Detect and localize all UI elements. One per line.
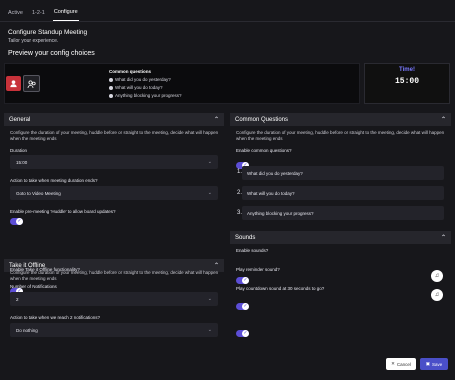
question-text: Anything blocking your progress?	[247, 210, 314, 216]
enable-sounds-label: Enable sounds?	[236, 248, 269, 253]
general-description: Configure the duration of your meeting, …	[10, 130, 219, 141]
avatar-icon	[10, 80, 17, 88]
chevron-down-icon: ⌄	[207, 327, 212, 333]
tab-configure[interactable]: Configure	[52, 9, 79, 21]
preview-title: Preview your config choices	[8, 50, 95, 57]
bullet-icon	[109, 78, 113, 82]
huddle-toggle[interactable]	[10, 218, 23, 225]
duration-value: 15:00	[16, 159, 28, 165]
countdown-sound-toggle[interactable]	[236, 330, 249, 337]
question-input[interactable]: What did you do yesterday?	[242, 166, 444, 180]
notifications-label: Number of Notifications	[10, 284, 57, 289]
sounds-title: Sounds	[235, 234, 256, 241]
speaker-icon: ♫	[434, 273, 440, 279]
tab-active[interactable]: Active	[7, 10, 24, 21]
bullet-icon	[109, 86, 113, 90]
enable-offline-label: Enable Take it Offline functionality?	[10, 267, 80, 272]
notifications-value: 2	[16, 296, 19, 302]
question-input[interactable]: What will you do today?	[242, 186, 444, 200]
preview-thumbnail-red	[6, 76, 21, 91]
chevron-down-icon: ⌄	[207, 159, 212, 165]
notification-action-label: Action to take when we reach 2 notificat…	[10, 315, 101, 320]
cancel-button[interactable]: ✕ Cancel	[386, 358, 416, 370]
chevron-down-icon: ⌄	[207, 296, 212, 302]
enable-common-questions-label: Enable common questions?	[236, 148, 292, 153]
question-text: What will you do today?	[247, 190, 295, 196]
chevron-down-icon: ⌄	[207, 190, 212, 196]
close-icon: ✕	[391, 361, 395, 366]
timer-label: Time!	[399, 67, 415, 73]
common-questions-description: Configure the duration of your meeting, …	[236, 130, 445, 141]
common-questions-section-header[interactable]: Common Questions ⌃	[230, 113, 451, 126]
question-text: What did you do yesterday?	[247, 170, 303, 176]
page-title: Configure Standup Meeting	[8, 29, 88, 36]
speaker-icon: ♫	[434, 292, 440, 298]
general-section-header[interactable]: General ⌃	[4, 113, 224, 126]
cancel-label: Cancel	[396, 361, 411, 367]
chevron-up-icon[interactable]: ⌃	[214, 262, 219, 269]
play-countdown-button[interactable]: ♫	[431, 289, 443, 301]
reminder-sound-toggle[interactable]	[236, 303, 249, 310]
sounds-section-header[interactable]: Sounds ⌃	[230, 231, 451, 244]
question-input[interactable]: Anything blocking your progress?	[242, 206, 444, 220]
huddle-label: Enable pre-meeting 'Huddle' to allow boa…	[10, 209, 116, 214]
save-button[interactable]: ▣ Save	[420, 358, 448, 370]
general-title: General	[9, 116, 31, 123]
common-questions-title: Common Questions	[235, 116, 289, 123]
page-subtitle: Tailor your experience.	[8, 38, 59, 44]
play-sound-button[interactable]: ♫	[431, 270, 443, 282]
preview-panel	[4, 63, 360, 104]
sounds-toggle[interactable]	[236, 277, 249, 284]
preview-question: Anything blocking your progress?	[115, 93, 182, 98]
chevron-up-icon[interactable]: ⌃	[441, 234, 446, 241]
duration-label: Duration	[10, 148, 28, 153]
notifications-select[interactable]: 2 ⌄	[10, 292, 218, 306]
bullet-icon	[109, 94, 113, 98]
countdown-sound-label: Play countdown sound at 30 seconds to go…	[236, 286, 325, 291]
tab-one-to-one[interactable]: 1-2-1	[31, 10, 46, 21]
save-label: Save	[432, 361, 443, 367]
notification-action-value: Do nothing	[16, 327, 38, 333]
chevron-up-icon[interactable]: ⌃	[214, 116, 219, 123]
preview-question: What did you do yesterday?	[115, 77, 171, 82]
notification-action-select[interactable]: Do nothing ⌄	[10, 323, 218, 337]
duration-end-action-select[interactable]: Goto to Video Meeting ⌄	[10, 186, 218, 200]
duration-end-action-label: Action to take when meeting duration end…	[10, 178, 98, 183]
timer-value: 15:00	[394, 77, 419, 86]
tab-bar: Active 1-2-1 Configure	[0, 0, 455, 22]
chevron-up-icon[interactable]: ⌃	[441, 116, 446, 123]
save-icon: ▣	[425, 361, 430, 366]
preview-question: What will you do today?	[115, 85, 163, 90]
preview-questions-title: Common questions	[109, 69, 152, 74]
reminder-sound-label: Play reminder sound?	[236, 267, 280, 272]
preview-thumbnail-dark	[23, 75, 40, 92]
duration-end-action-value: Goto to Video Meeting	[16, 190, 61, 196]
people-icon	[27, 79, 36, 88]
duration-select[interactable]: 15:00 ⌄	[10, 155, 218, 169]
